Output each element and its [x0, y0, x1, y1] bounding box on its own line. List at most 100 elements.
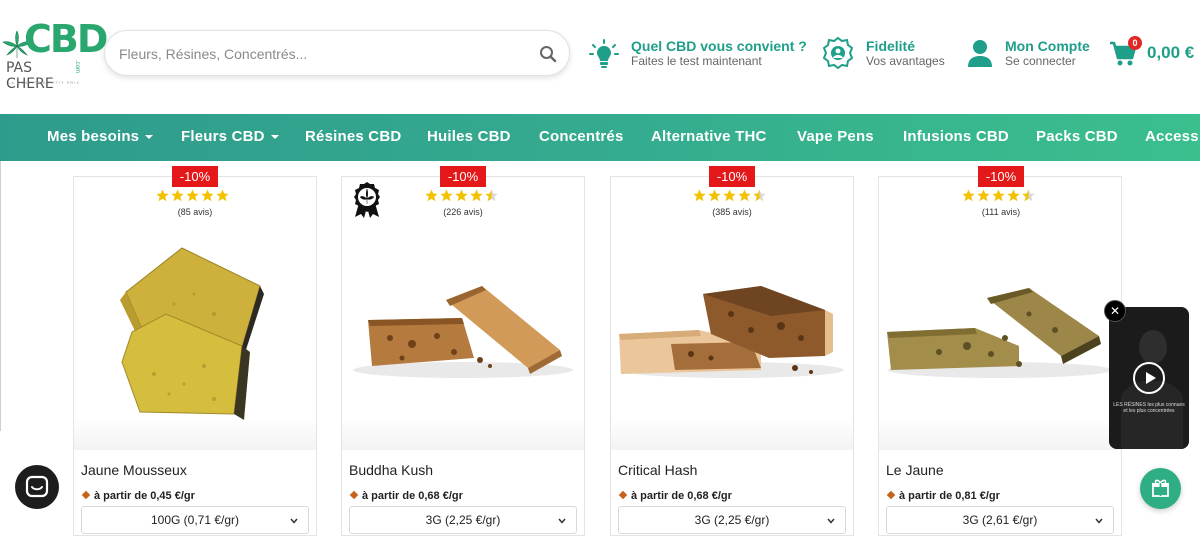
product-image[interactable]	[74, 234, 316, 450]
play-button[interactable]	[1133, 362, 1165, 394]
rating-stars	[156, 189, 231, 203]
chevron-down-icon	[827, 518, 835, 524]
logo-tagline: LA QUALITE A PETIT PRIX	[8, 80, 81, 85]
price-text: à partir de 0,68 €/gr	[631, 490, 732, 502]
rating-stars	[693, 189, 768, 203]
review-count: (85 avis)	[177, 207, 213, 217]
star-icon	[216, 189, 229, 202]
chevron-down-icon	[558, 518, 566, 524]
nav-item-alternative-thc[interactable]: Alternative THC	[651, 128, 767, 145]
product-name[interactable]: Buddha Kush	[349, 462, 433, 478]
site-logo[interactable]: CBD PAS CHERE .com LA QUALITE A PETIT PR…	[2, 20, 108, 92]
star-icon	[708, 189, 721, 202]
star-icon	[186, 189, 199, 202]
selected-weight: 100G (0,71 €/gr)	[150, 513, 240, 527]
star-icon	[455, 189, 468, 202]
star-icon	[470, 189, 483, 202]
nav-item-label: Mes besoins	[47, 128, 140, 145]
quiz-title: Quel CBD vous convient ?	[631, 38, 807, 54]
product-image[interactable]	[342, 234, 584, 450]
review-count: (385 avis)	[712, 207, 752, 217]
discount-badge: -10%	[709, 166, 755, 187]
cart-total: 0,00 €	[1147, 43, 1195, 62]
chevron-down-icon	[270, 135, 279, 140]
badge-icon	[823, 37, 853, 69]
weight-select[interactable]: 3G (2,25 €/gr)	[618, 506, 846, 534]
nav-item-vape-pens[interactable]: Vape Pens	[797, 128, 874, 145]
star-icon	[1007, 189, 1020, 202]
chat-icon	[25, 475, 49, 498]
weight-select[interactable]: 3G (2,61 €/gr)	[886, 506, 1114, 534]
star-icon	[440, 189, 453, 202]
star-icon	[1022, 189, 1035, 202]
selected-weight: 3G (2,61 €/gr)	[962, 513, 1038, 527]
nav-item-label: Fleurs CBD	[181, 128, 265, 145]
star-icon	[992, 189, 1005, 202]
star-icon	[693, 189, 706, 202]
product-image[interactable]	[611, 234, 853, 450]
lightbulb-icon	[589, 39, 619, 68]
diamond-icon	[349, 490, 359, 500]
weight-select[interactable]: 3G (2,25 €/gr)	[349, 506, 577, 534]
nav-item-resines-cbd[interactable]: Résines CBD	[305, 128, 401, 145]
nav-item-accessoires[interactable]: Access	[1145, 128, 1199, 145]
discount-badge: -10%	[172, 166, 218, 187]
nav-item-concentres[interactable]: Concentrés	[539, 128, 624, 145]
star-icon	[753, 189, 766, 202]
chevron-down-icon	[290, 518, 298, 524]
resin-block-image	[887, 288, 1112, 378]
search-input[interactable]	[119, 43, 519, 65]
chevron-down-icon	[145, 135, 154, 140]
product-name[interactable]: Jaune Mousseux	[81, 462, 187, 478]
user-icon	[968, 40, 992, 67]
search-bar	[104, 30, 570, 76]
page-divider	[0, 161, 1, 431]
discount-badge: -10%	[978, 166, 1024, 187]
resin-block-image	[120, 247, 264, 420]
logo-brand: CBD	[24, 17, 108, 61]
play-icon	[1146, 372, 1156, 384]
search-icon[interactable]	[539, 45, 557, 63]
quiz-subtitle: Faites le test maintenant	[631, 54, 762, 68]
nav-item-huiles-cbd[interactable]: Huiles CBD	[427, 128, 511, 145]
product-price: à partir de 0,68 €/gr	[349, 490, 463, 502]
star-icon	[485, 189, 498, 202]
product-name[interactable]: Critical Hash	[618, 462, 697, 478]
rating-stars	[962, 189, 1037, 203]
gift-button[interactable]	[1140, 468, 1181, 509]
close-icon[interactable]: ✕	[1104, 300, 1126, 322]
chat-button[interactable]	[15, 465, 59, 509]
chevron-down-icon	[1095, 518, 1103, 524]
product-price: à partir de 0,68 €/gr	[618, 490, 732, 502]
gift-icon	[1152, 479, 1169, 497]
logo-subtitle: PAS CHERE	[6, 60, 54, 92]
nav-item-infusions-cbd[interactable]: Infusions CBD	[903, 128, 1009, 145]
product-price: à partir de 0,81 €/gr	[886, 490, 1000, 502]
resin-block-image	[353, 286, 573, 378]
logo-suffix: .com	[74, 60, 80, 74]
weight-select[interactable]: 100G (0,71 €/gr)	[81, 506, 309, 534]
product-price: à partir de 0,45 €/gr	[81, 490, 195, 502]
account-subtitle: Se connecter	[1005, 54, 1076, 68]
star-icon	[738, 189, 751, 202]
selected-weight: 3G (2,25 €/gr)	[425, 513, 501, 527]
resin-block-image	[619, 286, 844, 378]
product-name[interactable]: Le Jaune	[886, 462, 944, 478]
nav-item-packs-cbd[interactable]: Packs CBD	[1036, 128, 1118, 145]
product-image[interactable]	[879, 234, 1121, 450]
review-count: (111 avis)	[981, 207, 1021, 217]
price-text: à partir de 0,45 €/gr	[94, 490, 195, 502]
loyalty-subtitle: Vos avantages	[866, 54, 945, 68]
star-icon	[723, 189, 736, 202]
star-icon	[962, 189, 975, 202]
diamond-icon	[81, 490, 91, 500]
nav-item-fleurs-cbd[interactable]: Fleurs CBD	[181, 128, 279, 145]
main-nav: Mes besoins Fleurs CBD Résines CBD Huile…	[0, 114, 1200, 161]
diamond-icon	[886, 490, 896, 500]
video-caption: LES RÉSINES les plus connues et les plus…	[1113, 402, 1185, 414]
nav-item-mes-besoins[interactable]: Mes besoins	[47, 128, 154, 145]
star-icon	[171, 189, 184, 202]
rating-stars	[425, 189, 500, 203]
site-header: CBD PAS CHERE .com LA QUALITE A PETIT PR…	[0, 0, 1200, 114]
loyalty-title: Fidelité	[866, 38, 916, 54]
